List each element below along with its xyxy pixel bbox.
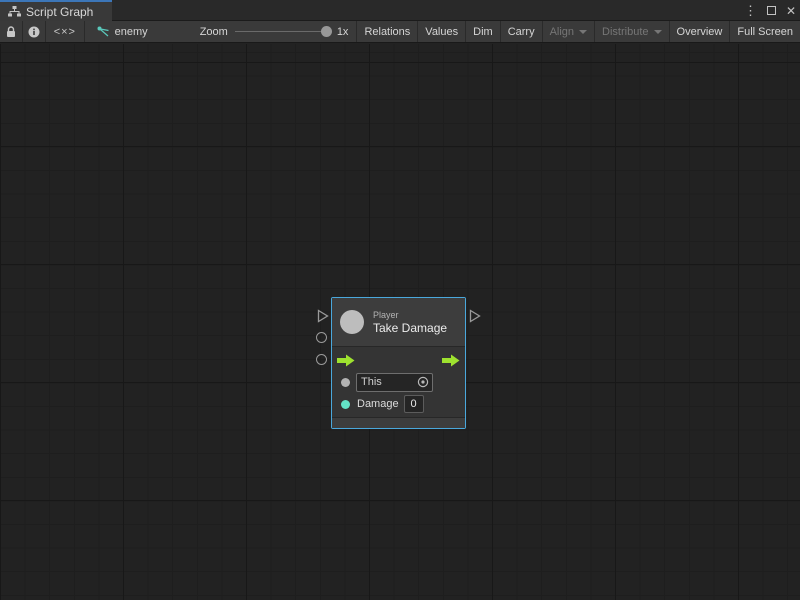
toolbar-button-carry[interactable]: Carry — [501, 21, 543, 42]
close-icon[interactable]: ✕ — [786, 5, 796, 17]
flow-output-port[interactable] — [469, 309, 481, 323]
info-icon — [28, 26, 40, 38]
flow-out-arrow-icon[interactable] — [442, 354, 460, 367]
code-preview-button[interactable]: <×> — [46, 21, 85, 42]
zoom-slider-handle[interactable] — [321, 26, 332, 37]
window-controls: ⋮ ✕ — [744, 0, 796, 21]
this-field-value: This — [361, 376, 417, 388]
damage-port-row: Damage 0 — [332, 393, 465, 415]
damage-value-input[interactable]: 0 — [404, 395, 424, 413]
tab-script-graph[interactable]: Script Graph — [0, 0, 112, 21]
zoom-slider[interactable] — [235, 31, 330, 32]
this-port-dot[interactable] — [341, 378, 350, 387]
tab-title: Script Graph — [26, 5, 93, 19]
this-port-row: This — [332, 371, 465, 393]
chevron-down-icon — [579, 30, 587, 34]
chevron-down-icon — [654, 30, 662, 34]
this-object-field[interactable]: This — [356, 373, 433, 392]
graph-asset-icon — [97, 26, 110, 38]
button-label: Full Screen — [737, 26, 793, 38]
take-damage-node[interactable]: Player Take Damage — [331, 297, 466, 429]
lock-button[interactable] — [0, 21, 23, 42]
toolbar-button-overview[interactable]: Overview — [670, 21, 731, 42]
damage-label: Damage — [357, 398, 399, 410]
graph-toolbar: <×> enemy Zoom 1x Relations Values Di — [0, 21, 800, 43]
flow-port-row — [332, 349, 465, 371]
unit-icon — [340, 310, 364, 334]
toolbar-button-fullscreen[interactable]: Full Screen — [730, 21, 800, 42]
node-header[interactable]: Player Take Damage — [332, 298, 465, 347]
node-body: This Damage 0 — [332, 347, 465, 415]
this-input-port[interactable] — [316, 332, 327, 343]
button-label: Overview — [677, 26, 723, 38]
graph-canvas[interactable]: Player Take Damage — [0, 44, 800, 600]
hierarchy-icon — [8, 6, 21, 17]
toolbar-button-distribute: Distribute — [595, 21, 669, 42]
flow-input-port[interactable] — [317, 309, 329, 323]
button-label: Align — [550, 26, 574, 38]
toolbar-button-dim[interactable]: Dim — [466, 21, 501, 42]
button-label: Dim — [473, 26, 493, 38]
button-label: Values — [425, 26, 458, 38]
damage-port-dot[interactable] — [341, 400, 350, 409]
object-picker-icon[interactable] — [417, 376, 429, 388]
button-label: Distribute — [602, 26, 648, 38]
button-label: Carry — [508, 26, 535, 38]
info-button[interactable] — [23, 21, 46, 42]
zoom-value: 1x — [337, 26, 349, 38]
lock-icon — [6, 26, 16, 38]
maximize-icon[interactable] — [767, 6, 776, 15]
node-title: Take Damage — [373, 321, 447, 335]
zoom-control: Zoom 1x — [158, 21, 358, 42]
node-footer — [332, 417, 465, 428]
flow-in-arrow-icon[interactable] — [337, 354, 355, 367]
node-subtitle: Player — [373, 310, 447, 320]
toolbar-button-relations[interactable]: Relations — [357, 21, 418, 42]
toolbar-button-values[interactable]: Values — [418, 21, 466, 42]
code-icon: <×> — [54, 26, 76, 38]
graph-breadcrumb[interactable]: enemy — [85, 21, 158, 42]
graph-name-label: enemy — [115, 26, 148, 38]
window-menu-icon[interactable]: ⋮ — [744, 4, 757, 17]
node-titles: Player Take Damage — [373, 310, 447, 335]
script-graph-window: Script Graph ⋮ ✕ — [0, 0, 800, 600]
button-label: Relations — [364, 26, 410, 38]
toolbar-button-align: Align — [543, 21, 595, 42]
damage-input-port[interactable] — [316, 354, 327, 365]
tab-bar: Script Graph ⋮ ✕ — [0, 0, 800, 21]
zoom-label: Zoom — [200, 26, 228, 38]
